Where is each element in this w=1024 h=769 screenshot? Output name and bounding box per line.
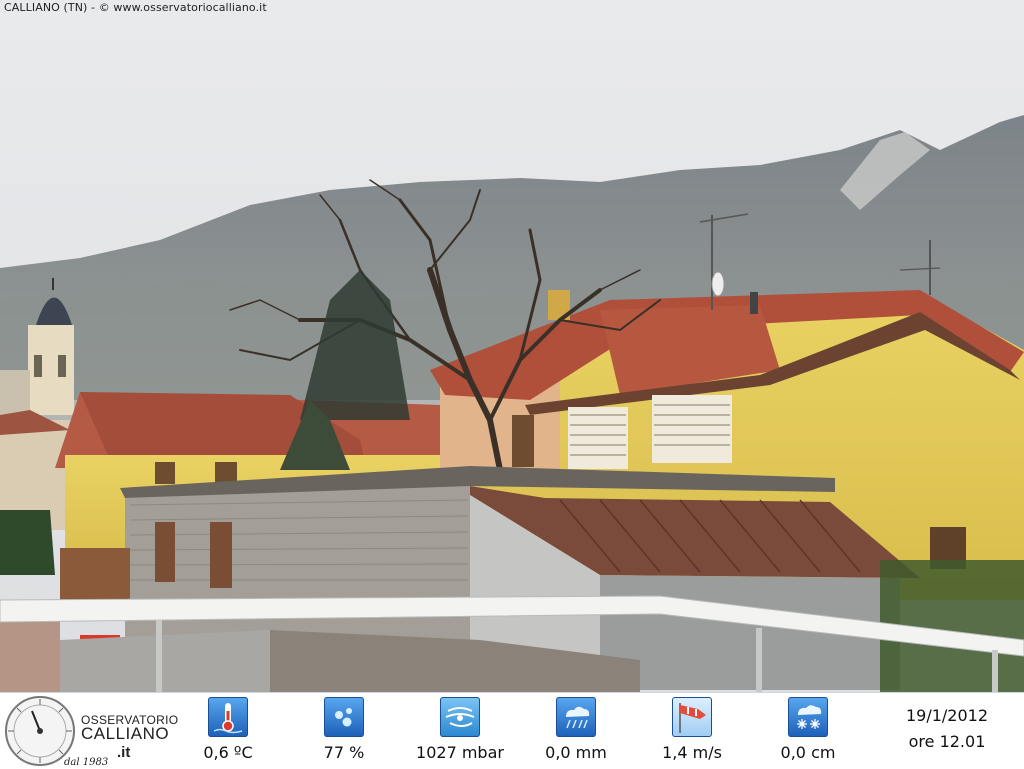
logo-line-3: .it — [117, 744, 131, 761]
thermometer-icon — [208, 697, 248, 737]
metric-rain: 0,0 mm — [521, 697, 631, 767]
pressure-value: 1027 mbar — [416, 743, 504, 762]
windsock-icon — [672, 697, 712, 737]
datetime: 19/1/2012 ore 12.01 — [882, 703, 1012, 755]
metric-wind: 1,4 m/s — [637, 697, 747, 767]
photo-caption: CALLIANO (TN) - © www.osservatoriocallia… — [4, 1, 267, 14]
webcam-photo: CALLIANO (TN) - © www.osservatoriocallia… — [0, 0, 1024, 692]
date-label: 19/1/2012 — [905, 706, 989, 725]
water-drops-icon — [324, 697, 364, 737]
wind-gauge-icon — [440, 697, 480, 737]
metric-humidity: 77 % — [289, 697, 399, 767]
observatory-logo: OSSERVATORIO CALLIANO .it dal 1983 — [4, 695, 178, 768]
logo-since: dal 1983 — [64, 757, 109, 768]
humidity-value: 77 % — [323, 743, 365, 762]
metric-snow: 0,0 cm — [753, 697, 863, 767]
metric-temperature: 0,6 ºC — [173, 697, 283, 767]
snowflake-icon — [788, 697, 828, 737]
time-label: ore 12.01 — [908, 732, 986, 751]
logo-line-2: CALLIANO — [81, 724, 170, 743]
metric-pressure: 1027 mbar — [405, 697, 515, 767]
temperature-value: 0,6 ºC — [203, 743, 253, 762]
snow-value: 0,0 cm — [780, 743, 836, 762]
rain-value: 0,0 mm — [545, 743, 607, 762]
wind-value: 1,4 m/s — [662, 743, 722, 762]
rain-cloud-icon — [556, 697, 596, 737]
weather-info-bar: OSSERVATORIO CALLIANO .it dal 1983 0,6 º… — [0, 692, 1024, 769]
